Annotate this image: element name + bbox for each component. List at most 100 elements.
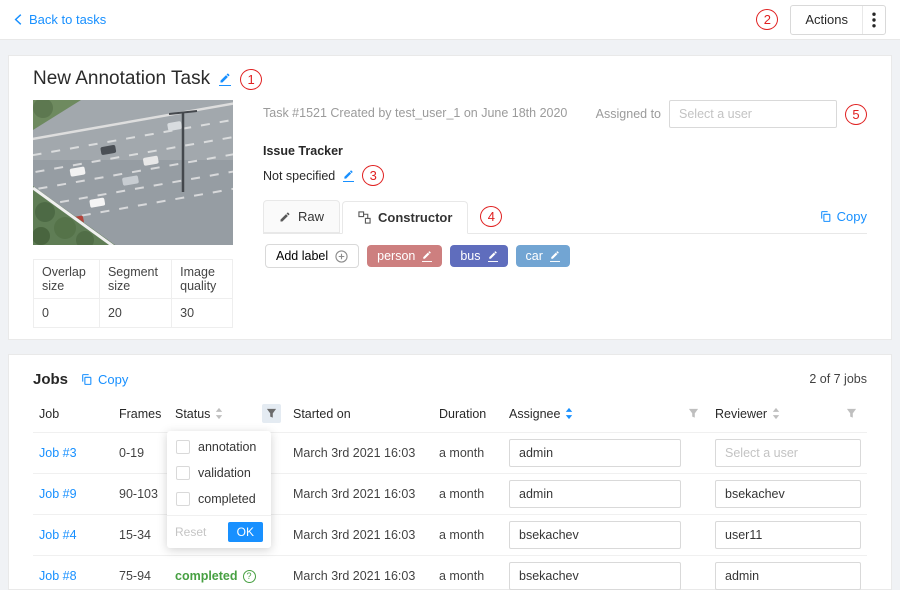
assignee-input[interactable] — [509, 480, 681, 508]
edit-task-name-icon[interactable] — [219, 72, 231, 86]
edit-label-icon[interactable] — [488, 250, 498, 262]
assignee-input[interactable] — [509, 562, 681, 590]
frames-value: 90-103 — [113, 474, 169, 515]
col-header-reviewer: Reviewer — [715, 407, 767, 421]
jobs-title: Jobs — [33, 371, 68, 388]
checkbox[interactable] — [176, 440, 190, 454]
annotation-marker-5: 5 — [845, 104, 867, 125]
label-chip-bus[interactable]: bus — [450, 245, 507, 267]
sort-status-icon[interactable] — [215, 407, 223, 420]
filter-reset-button[interactable]: Reset — [175, 525, 206, 539]
filter-reviewer-icon[interactable] — [842, 404, 861, 423]
job-link[interactable]: Job #4 — [39, 528, 77, 542]
sort-reviewer-icon[interactable] — [772, 407, 780, 420]
job-link[interactable]: Job #3 — [39, 446, 77, 460]
task-details-card: New Annotation Task 1 — [8, 55, 892, 340]
labels-editor-tabs: Raw Constructor 4 Copy — [263, 200, 867, 234]
duration-value: a month — [433, 474, 503, 515]
status-value: completed? — [169, 556, 287, 590]
copy-labels-link[interactable]: Copy — [819, 209, 867, 224]
started-value: March 3rd 2021 16:03 — [287, 433, 433, 474]
assignee-input[interactable] — [509, 439, 681, 467]
sort-assignee-icon[interactable] — [565, 407, 573, 420]
param-header-segment: Segment size — [99, 260, 171, 299]
plus-circle-icon — [335, 250, 348, 263]
tab-constructor-label: Constructor — [378, 210, 452, 225]
param-value-overlap: 0 — [34, 299, 100, 328]
filter-option-validation-label: validation — [198, 466, 251, 480]
frames-value: 75-94 — [113, 556, 169, 590]
checkbox[interactable] — [176, 492, 190, 506]
filter-status-icon[interactable] — [262, 404, 281, 423]
started-value: March 3rd 2021 16:03 — [287, 474, 433, 515]
filter-option-completed[interactable]: completed — [167, 486, 271, 512]
annotation-marker-3: 3 — [362, 165, 384, 186]
status-filter-dropdown: annotation validation completed Reset OK — [167, 431, 271, 548]
tab-raw-label: Raw — [298, 209, 324, 224]
jobs-card: Jobs Copy 2 of 7 jobs Job Frames Status — [8, 354, 892, 590]
reviewer-input[interactable] — [715, 439, 861, 467]
jobs-count: 2 of 7 jobs — [809, 372, 867, 386]
param-value-quality: 30 — [172, 299, 233, 328]
back-to-tasks-link[interactable]: Back to tasks — [14, 12, 106, 27]
label-chip-person-name: person — [377, 249, 415, 263]
add-label-button[interactable]: Add label — [265, 244, 359, 268]
tab-raw[interactable]: Raw — [263, 200, 340, 233]
param-header-quality: Image quality — [172, 260, 233, 299]
block-icon — [358, 211, 371, 224]
param-header-overlap: Overlap size — [34, 260, 100, 299]
job-link[interactable]: Job #9 — [39, 487, 77, 501]
copy-icon — [80, 373, 93, 386]
annotation-marker-2: 2 — [756, 9, 778, 30]
topbar: Back to tasks 2 Actions — [0, 0, 900, 40]
job-row: Job #4 15-34 March 3rd 2021 16:03 a mont… — [33, 515, 867, 556]
edit-label-icon[interactable] — [422, 250, 432, 262]
duration-value: a month — [433, 433, 503, 474]
annotation-marker-1: 1 — [240, 69, 262, 90]
task-parameters-table: Overlap size Segment size Image quality … — [33, 259, 233, 328]
reviewer-input[interactable] — [715, 521, 861, 549]
duration-value: a month — [433, 515, 503, 556]
labels-list: Add label person bus — [263, 234, 867, 278]
pencil-icon — [279, 211, 291, 223]
copy-icon — [819, 210, 832, 223]
issue-tracker-label: Issue Tracker — [263, 144, 867, 158]
annotation-marker-4: 4 — [480, 206, 502, 227]
assignee-input[interactable] — [509, 521, 681, 549]
filter-assignee-icon[interactable] — [684, 404, 703, 423]
filter-ok-button[interactable]: OK — [228, 522, 263, 542]
actions-button[interactable]: Actions — [790, 5, 886, 35]
filter-option-annotation-label: annotation — [198, 440, 256, 454]
col-header-job: Job — [33, 395, 113, 433]
job-row: Job #3 0-19 March 3rd 2021 16:03 a month — [33, 433, 867, 474]
assigned-to-label: Assigned to — [596, 107, 661, 121]
reviewer-input[interactable] — [715, 562, 861, 590]
job-link[interactable]: Job #8 — [39, 569, 77, 583]
filter-option-validation[interactable]: validation — [167, 460, 271, 486]
label-chip-car[interactable]: car — [516, 245, 570, 267]
back-to-tasks-label: Back to tasks — [29, 12, 106, 27]
label-chip-person[interactable]: person — [367, 245, 442, 267]
param-value-segment: 20 — [99, 299, 171, 328]
copy-labels-label: Copy — [837, 209, 867, 224]
copy-jobs-link[interactable]: Copy — [80, 372, 128, 387]
assigned-to-input[interactable] — [669, 100, 837, 128]
edit-issue-tracker-icon[interactable] — [343, 169, 354, 182]
help-circle-icon[interactable]: ? — [243, 570, 256, 583]
col-header-status: Status — [175, 407, 210, 421]
filter-option-annotation[interactable]: annotation — [167, 434, 271, 460]
copy-jobs-label: Copy — [98, 372, 128, 387]
issue-tracker-value: Not specified — [263, 169, 335, 183]
tab-constructor[interactable]: Constructor — [342, 201, 468, 234]
more-menu-icon[interactable] — [863, 12, 885, 28]
label-chip-car-name: car — [526, 249, 543, 263]
col-header-frames: Frames — [113, 395, 169, 433]
status-completed-label: completed — [175, 569, 238, 583]
edit-label-icon[interactable] — [550, 250, 560, 262]
started-value: March 3rd 2021 16:03 — [287, 556, 433, 590]
actions-label: Actions — [791, 12, 862, 27]
reviewer-input[interactable] — [715, 480, 861, 508]
col-header-assignee: Assignee — [509, 407, 560, 421]
task-title: New Annotation Task — [33, 68, 210, 90]
checkbox[interactable] — [176, 466, 190, 480]
